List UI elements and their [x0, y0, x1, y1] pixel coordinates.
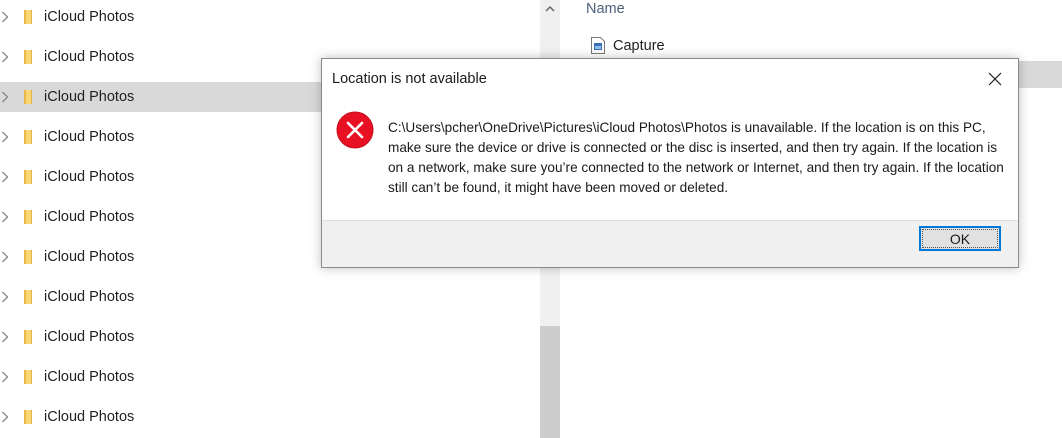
folder-icon [24, 410, 32, 424]
folder-icon [24, 90, 32, 104]
chevron-right-icon[interactable] [0, 362, 10, 392]
folder-icon [24, 50, 32, 64]
folder-icon [24, 130, 32, 144]
file-name: Capture [613, 38, 665, 54]
nav-item-label: iCloud Photos [44, 49, 135, 65]
chevron-right-icon[interactable] [0, 322, 10, 352]
chevron-right-icon[interactable] [0, 162, 10, 192]
folder-icon [24, 170, 32, 184]
scroll-up-arrow-icon[interactable] [540, 0, 560, 18]
chevron-right-icon[interactable] [0, 42, 10, 72]
chevron-right-icon[interactable] [0, 242, 10, 272]
nav-item-icloud-photos[interactable]: iCloud Photos [0, 282, 540, 312]
column-header-name[interactable]: Name [586, 1, 625, 17]
close-button[interactable] [972, 59, 1018, 99]
scrollbar-thumb[interactable] [540, 326, 560, 438]
nav-item-icloud-photos[interactable]: iCloud Photos [0, 322, 540, 352]
dialog-footer [322, 220, 1018, 267]
nav-item-icloud-photos[interactable]: iCloud Photos [0, 2, 540, 32]
nav-item-icloud-photos[interactable]: iCloud Photos [0, 402, 540, 432]
nav-item-label: iCloud Photos [44, 209, 135, 225]
ok-button[interactable]: OK [919, 226, 1001, 251]
file-row[interactable]: Capture [560, 33, 1062, 59]
nav-item-label: iCloud Photos [44, 169, 135, 185]
nav-item-icloud-photos[interactable]: iCloud Photos [0, 362, 540, 392]
folder-icon [24, 210, 32, 224]
dialog-message: C:\Users\pcher\OneDrive\Pictures\iCloud … [388, 120, 1004, 195]
error-dialog: Location is not available C:\Users\pcher… [321, 58, 1019, 268]
error-icon [336, 111, 374, 149]
chevron-right-icon[interactable] [0, 82, 10, 112]
ok-button-label: OK [949, 230, 971, 247]
chevron-right-icon[interactable] [0, 202, 10, 232]
nav-item-label: iCloud Photos [44, 409, 135, 425]
nav-item-label: iCloud Photos [44, 9, 135, 25]
nav-item-label: iCloud Photos [44, 369, 135, 385]
nav-item-label: iCloud Photos [44, 329, 135, 345]
nav-item-label: iCloud Photos [44, 249, 135, 265]
dialog-title: Location is not available [332, 71, 487, 87]
folder-icon [24, 290, 32, 304]
nav-item-label: iCloud Photos [44, 129, 135, 145]
folder-icon [24, 370, 32, 384]
nav-item-label: iCloud Photos [44, 89, 135, 105]
chevron-right-icon[interactable] [0, 2, 10, 32]
folder-icon [24, 10, 32, 24]
chevron-right-icon[interactable] [0, 402, 10, 432]
close-icon [988, 72, 1002, 86]
folder-icon [24, 250, 32, 264]
folder-icon [24, 330, 32, 344]
nav-item-label: iCloud Photos [44, 289, 135, 305]
image-file-icon [591, 37, 605, 54]
chevron-right-icon[interactable] [0, 122, 10, 152]
chevron-right-icon[interactable] [0, 282, 10, 312]
